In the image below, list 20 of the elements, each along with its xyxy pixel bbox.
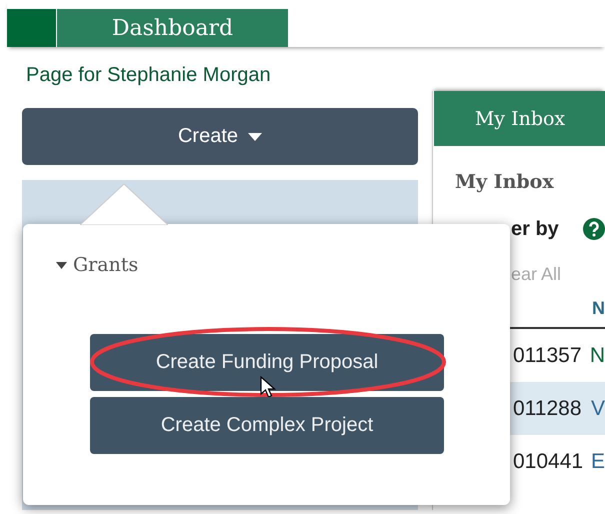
menu-item-button[interactable]: Create Funding Proposal — [90, 334, 444, 391]
table-cell: 011357 — [513, 344, 582, 368]
filter-label: er by — [511, 218, 559, 240]
cursor-icon — [260, 376, 276, 398]
menu-item-button[interactable]: Create Complex Project — [90, 397, 444, 454]
dashboard-tab[interactable]: Dashboard — [57, 9, 288, 47]
page-title: Page for Stephanie Morgan — [26, 64, 272, 88]
table-cell: 011288 — [513, 396, 582, 420]
table-link[interactable]: N — [590, 344, 605, 368]
column-header[interactable]: N — [592, 298, 605, 318]
caret-icon — [248, 132, 262, 140]
grants-group-toggle[interactable]: Grants — [56, 254, 510, 276]
help-icon[interactable] — [583, 218, 605, 240]
table-link[interactable]: E — [590, 450, 605, 474]
table-cell: 010441 — [513, 450, 584, 474]
inbox-tab[interactable]: My Inbox — [434, 91, 605, 146]
table-link[interactable]: V — [590, 396, 605, 420]
caret-icon — [56, 262, 67, 268]
create-button[interactable]: Create — [22, 108, 418, 165]
inbox-heading: My Inbox — [455, 171, 555, 195]
